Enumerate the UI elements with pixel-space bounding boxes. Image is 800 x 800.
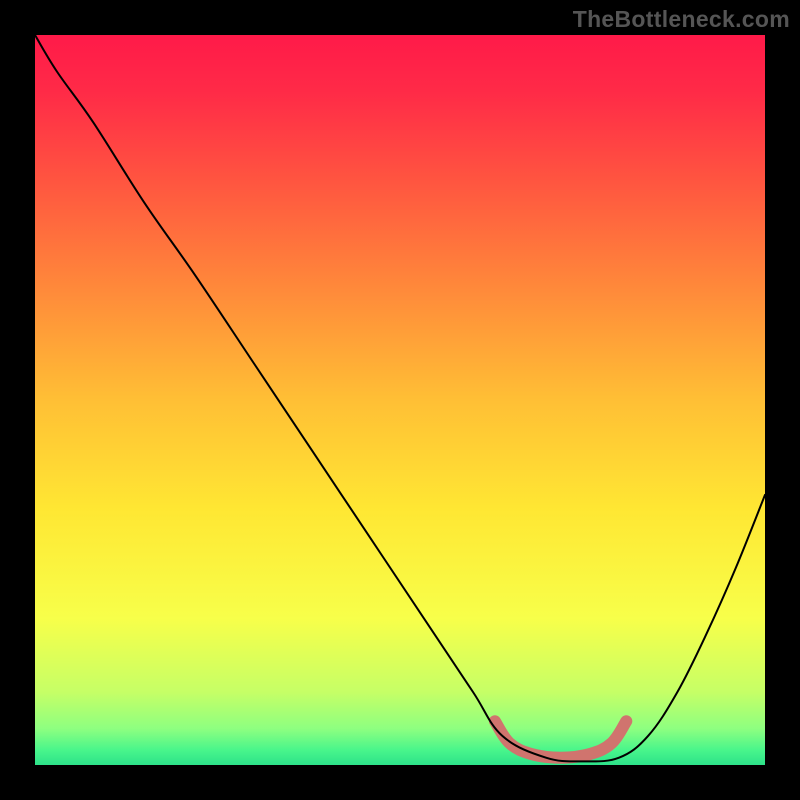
watermark-text: TheBottleneck.com [573,6,790,33]
chart-container: TheBottleneck.com [0,0,800,800]
bottleneck-chart [35,35,765,765]
gradient-background [35,35,765,765]
